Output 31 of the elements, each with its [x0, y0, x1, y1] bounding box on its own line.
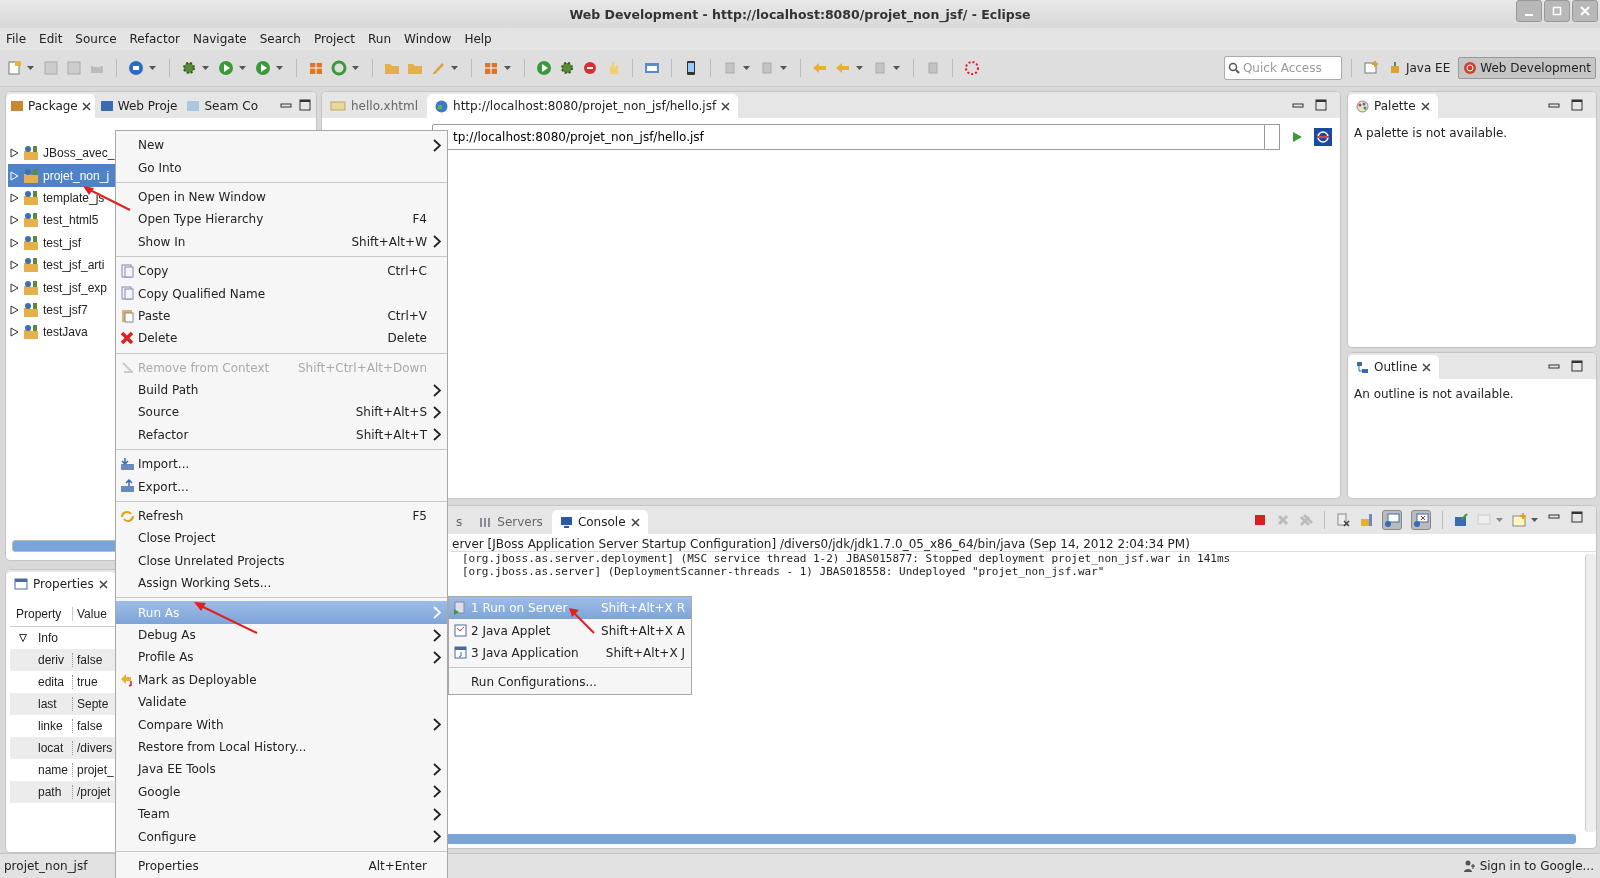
project-name: testJava	[43, 325, 88, 340]
table-cell: edita	[10, 675, 73, 689]
empty-message: An outline is not available.	[1354, 387, 1515, 401]
project-name: JBoss_avec_	[43, 146, 115, 161]
table-cell: name	[10, 763, 73, 777]
console-line: [org.jboss.as.server.deployment] (MSC service thread 1-2) JBAS015877: Stopped deployment projet_non_jsf.war in 141ms	[462, 552, 1232, 565]
console-line: [org.jboss.as.server] (DeploymentScanner-threads - 1) JBAS018558: Undeployed "projet_non_jsf.war"	[462, 565, 1106, 578]
table-cell-text: projet_	[76, 763, 114, 777]
project-name: test_jsf_arti	[43, 258, 105, 273]
table-cell: path	[10, 785, 73, 799]
table-cell-text: true	[76, 675, 98, 689]
project-name: test_jsf_exp	[43, 280, 108, 295]
table-cell: locat	[10, 741, 73, 755]
project-name: projet_non_j	[43, 168, 110, 183]
status-text: projet_non_jsf	[4, 859, 88, 873]
table-cell-text: false	[76, 653, 103, 667]
table-cell-text: /projet	[76, 785, 111, 799]
project-name: template_js	[43, 190, 105, 205]
project-name: test_jsf7	[43, 302, 88, 317]
empty-message: A palette is not available.	[1354, 126, 1509, 140]
table-cell: deriv	[10, 653, 73, 667]
window-title: Web Development - http://localhost:8080/projet_non_jsf/ - Eclipse	[569, 6, 1031, 22]
console-header: erver [JBoss Application Server Startup Configuration] /divers0/jdk/jdk1.7.0_05_x86_64/bin/java (Sep 14, 2012 2:04:34 PM)	[451, 536, 1191, 551]
table-cell-text: /divers	[76, 741, 113, 755]
table-cell-text: false	[76, 719, 103, 733]
project-name: test_jsf	[43, 235, 81, 250]
table-cell-text: Septe	[76, 697, 109, 711]
project-name: test_html5	[43, 213, 99, 228]
table-cell: last	[10, 697, 73, 711]
table-cell: linke	[10, 719, 73, 733]
group-label: Info	[38, 631, 58, 645]
